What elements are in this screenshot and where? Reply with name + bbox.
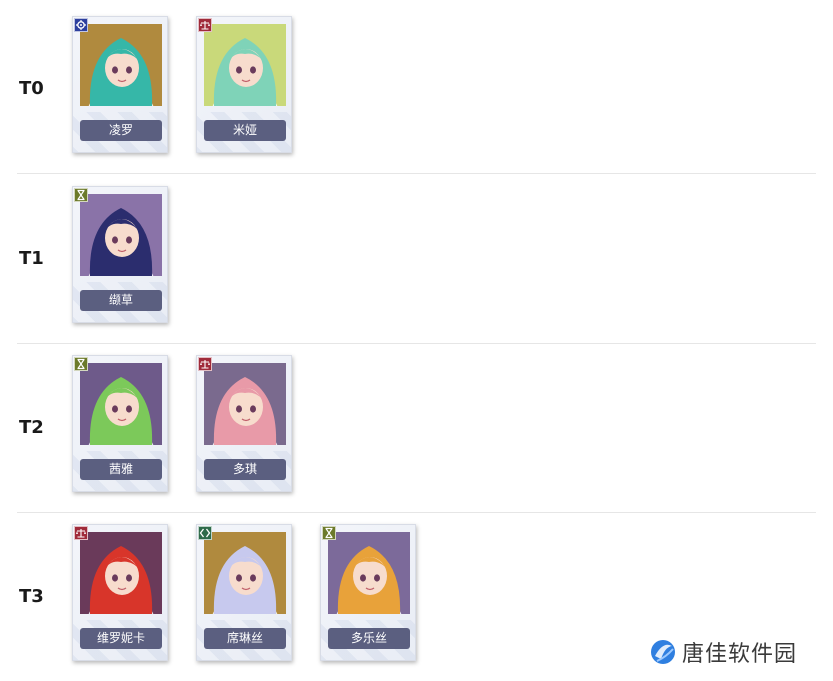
tier-row-t1: T1 缬草 xyxy=(17,174,816,344)
character-card-duoqi[interactable]: 多琪 xyxy=(196,355,292,492)
character-portrait xyxy=(328,532,410,614)
character-portrait xyxy=(204,532,286,614)
character-name: 茜雅 xyxy=(80,459,162,480)
character-card-lingluo[interactable]: 凌罗 xyxy=(72,16,168,153)
character-portrait xyxy=(80,363,162,445)
tangjia-logo-icon xyxy=(651,640,675,664)
character-name: 多乐丝 xyxy=(328,628,410,649)
character-name: 维罗妮卡 xyxy=(80,628,162,649)
hourglass-class-icon xyxy=(74,357,88,371)
tier-label: T0 xyxy=(19,78,44,99)
hourglass-class-icon xyxy=(322,526,336,540)
tier-label: T2 xyxy=(19,417,44,438)
character-name: 席琳丝 xyxy=(204,628,286,649)
chevrons-class-icon xyxy=(198,526,212,540)
character-card-xilinsi[interactable]: 席琳丝 xyxy=(196,524,292,661)
scales-class-icon xyxy=(74,526,88,540)
tier-label: T1 xyxy=(19,248,44,269)
tier-row-t2: T2 茜雅 多琪 xyxy=(17,343,816,513)
character-card-qianya[interactable]: 茜雅 xyxy=(72,355,168,492)
scales-class-icon xyxy=(198,357,212,371)
gear-class-icon xyxy=(74,18,88,32)
character-portrait xyxy=(204,363,286,445)
character-name: 多琪 xyxy=(204,459,286,480)
character-name: 米娅 xyxy=(204,120,286,141)
watermark-text: 唐佳软件园 xyxy=(682,642,798,667)
scales-class-icon xyxy=(198,18,212,32)
character-portrait xyxy=(204,24,286,106)
character-card-xiecao[interactable]: 缬草 xyxy=(72,186,168,323)
site-watermark: 唐佳软件园 xyxy=(648,636,797,668)
tier-list: T0 凌罗 米娅 T1 缬草 T2 茜雅 多琪 T3 维罗妮卡 席琳丝 多乐丝 … xyxy=(0,0,833,678)
character-portrait xyxy=(80,24,162,106)
character-portrait xyxy=(80,194,162,276)
tier-row-t0: T0 凌罗 米娅 xyxy=(17,4,816,174)
hourglass-class-icon xyxy=(74,188,88,202)
character-card-weiluonika[interactable]: 维罗妮卡 xyxy=(72,524,168,661)
character-card-duolesi[interactable]: 多乐丝 xyxy=(320,524,416,661)
tier-label: T3 xyxy=(19,586,44,607)
character-name: 缬草 xyxy=(80,290,162,311)
character-portrait xyxy=(80,532,162,614)
character-name: 凌罗 xyxy=(80,120,162,141)
character-card-miya[interactable]: 米娅 xyxy=(196,16,292,153)
